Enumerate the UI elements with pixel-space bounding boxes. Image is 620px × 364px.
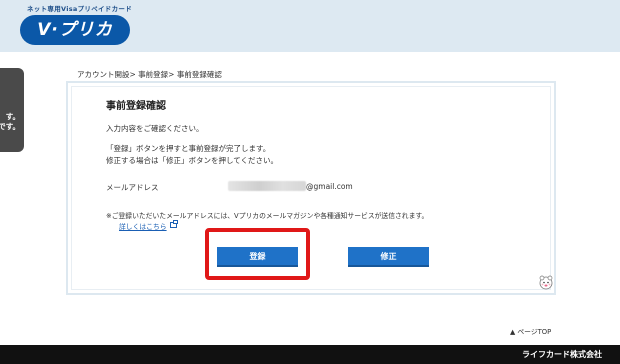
side-notice-tab[interactable]: す。 です。 <box>0 68 24 152</box>
footer-company: ライフカード株式会社 <box>522 350 602 359</box>
edit-button[interactable]: 修正 <box>348 247 429 267</box>
breadcrumb: アカウント開設> 事前登録> 事前登録確認 <box>77 70 222 79</box>
site-footer: ライフカード株式会社 <box>0 345 620 364</box>
side-tab-line1: す。 <box>5 112 20 121</box>
vpreca-logo[interactable]: V·プリカ <box>20 15 130 45</box>
external-link-icon <box>170 220 178 228</box>
email-label: メールアドレス <box>106 183 159 192</box>
instruction-line-2: 修正する場合は「修正」ボタンを押してください。 <box>106 156 279 165</box>
email-notice: ※ご登録いただいたメールアドレスには、Vプリカのメールマガジンや各種通知サービス… <box>106 212 429 220</box>
intro-text: 入力内容をご確認ください。 <box>106 124 204 133</box>
instruction-line-1: 「登録」ボタンを押すと事前登録が完了します。 <box>106 144 271 153</box>
brand-tagline: ネット専用Visaプリペイドカード <box>27 5 132 13</box>
details-link[interactable]: 詳しくはこちら <box>119 221 167 231</box>
page-top-label: ページTOP <box>517 328 552 336</box>
page-top-link[interactable]: ▲ ページTOP <box>510 326 551 336</box>
side-tab-line2: です。 <box>0 122 20 131</box>
email-redacted-part <box>228 181 306 191</box>
page-title: 事前登録確認 <box>106 101 166 112</box>
mascot-icon <box>539 275 553 290</box>
register-button[interactable]: 登録 <box>217 247 298 267</box>
email-value: @gmail.com <box>306 182 353 191</box>
